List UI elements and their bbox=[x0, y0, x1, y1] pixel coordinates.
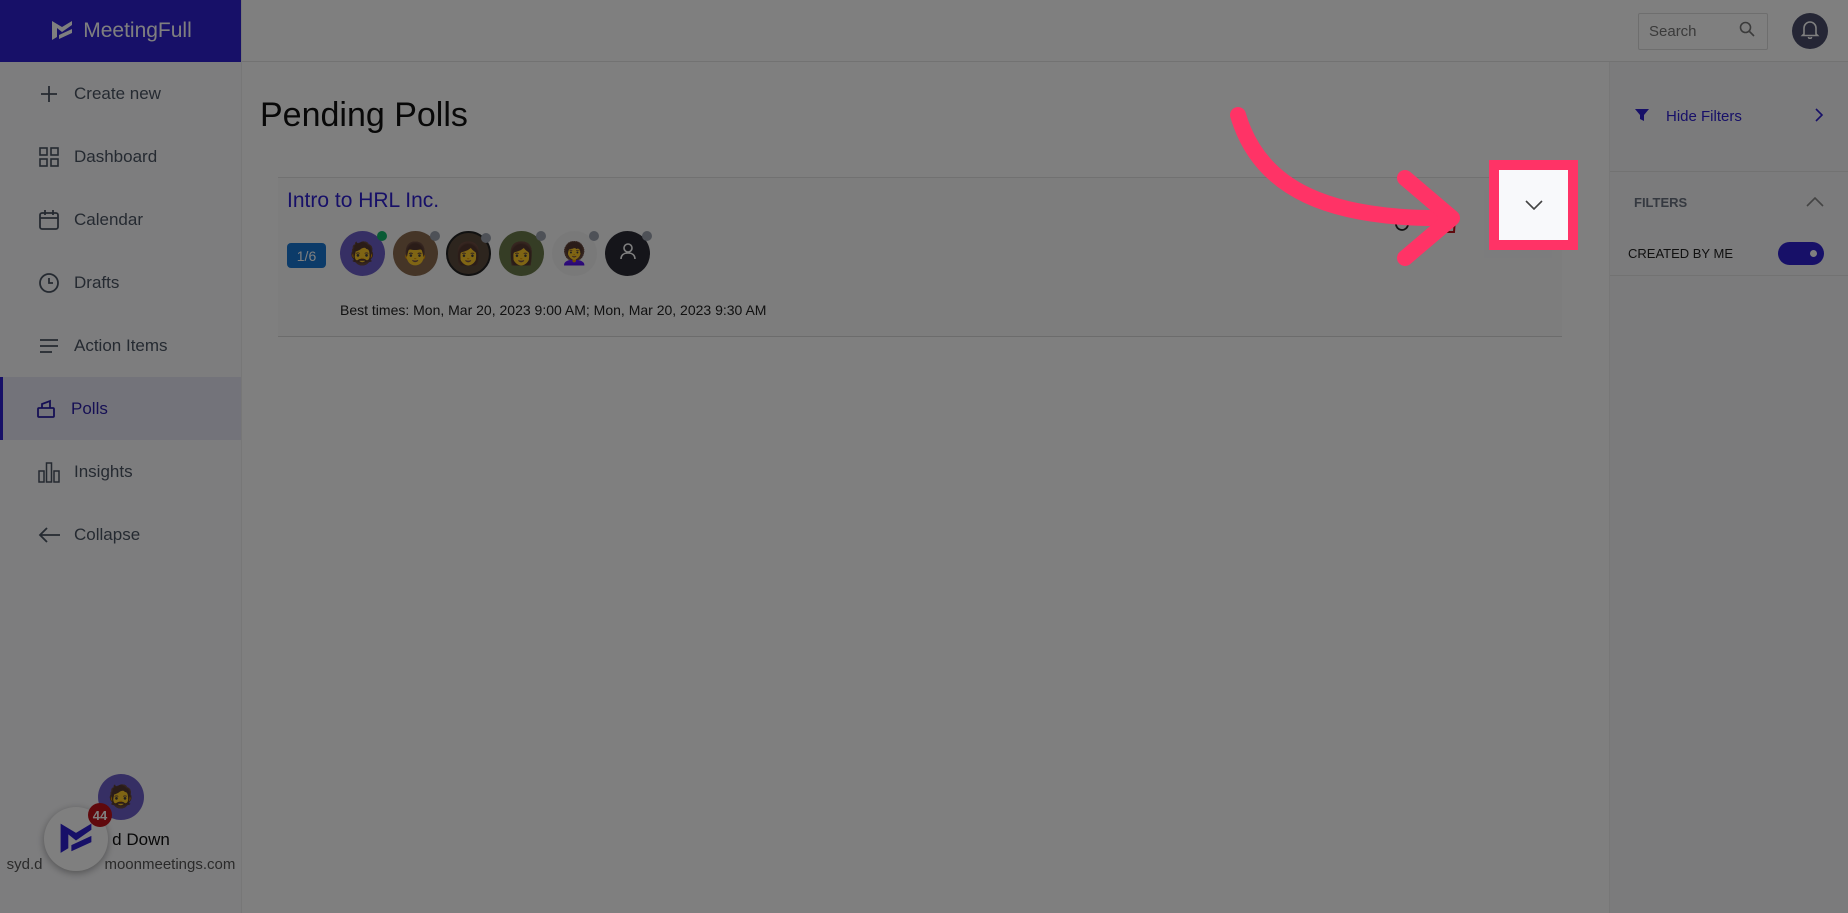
user-email: syd.d moonmeetings.com bbox=[6, 856, 236, 873]
bell-icon bbox=[1800, 19, 1820, 44]
filters-section-header[interactable]: FILTERS bbox=[1610, 172, 1848, 232]
participant-avatar[interactable]: 👩‍🦱 bbox=[552, 231, 599, 276]
chevron-down-icon bbox=[1524, 200, 1543, 210]
delete-button[interactable] bbox=[1436, 210, 1464, 238]
status-dot-offline bbox=[536, 231, 546, 241]
sidebar-item-calendar[interactable]: Calendar bbox=[0, 188, 241, 251]
user-icon bbox=[618, 241, 638, 267]
sidebar-item-label: Collapse bbox=[74, 524, 141, 544]
participant-avatar-placeholder[interactable] bbox=[605, 231, 652, 276]
participant-list: 🧔 👨 👩 👩 👩‍🦱 bbox=[340, 231, 652, 276]
response-count-badge: 1/6 bbox=[287, 243, 326, 268]
created-by-me-toggle[interactable] bbox=[1778, 242, 1824, 265]
user-name: d Down bbox=[112, 830, 170, 849]
app: MeetingFull Create new Dashboard Calenda… bbox=[0, 0, 1848, 913]
sidebar-item-collapse[interactable]: Collapse bbox=[0, 503, 241, 566]
poll-card: Intro to HRL Inc. 1/6 🧔 👨 👩 👩 👩‍🦱 Best t… bbox=[278, 177, 1562, 337]
refresh-icon bbox=[1395, 217, 1409, 231]
arrow-left-icon bbox=[38, 524, 60, 546]
sidebar-item-create-new[interactable]: Create new bbox=[0, 62, 241, 125]
refresh-button[interactable] bbox=[1388, 210, 1416, 238]
search-input[interactable] bbox=[1649, 23, 1739, 40]
participant-avatar[interactable]: 👩 bbox=[446, 231, 491, 276]
bar-chart-icon bbox=[38, 461, 60, 483]
status-dot-offline bbox=[481, 233, 491, 243]
sidebar-item-drafts[interactable]: Drafts bbox=[0, 251, 241, 314]
filters-section-title: FILTERS bbox=[1634, 194, 1688, 210]
sidebar-item-label: Dashboard bbox=[74, 146, 158, 166]
clock-icon bbox=[38, 272, 60, 294]
meetingfull-logo-icon bbox=[52, 21, 73, 40]
sidebar-item-label: Polls bbox=[71, 398, 108, 418]
filter-label: CREATED BY ME bbox=[1628, 246, 1733, 261]
status-dot-online bbox=[377, 231, 387, 241]
meetingfull-logo-icon bbox=[60, 823, 92, 853]
chevron-up-icon[interactable] bbox=[1806, 195, 1824, 210]
page-title: Pending Polls bbox=[260, 96, 468, 134]
list-icon bbox=[38, 335, 60, 357]
participant-avatar[interactable]: 🧔 bbox=[340, 231, 387, 276]
status-dot-offline bbox=[430, 231, 440, 241]
participant-avatar[interactable]: 👨 bbox=[393, 231, 440, 276]
sidebar-item-dashboard[interactable]: Dashboard bbox=[0, 125, 241, 188]
sidebar-item-label: Calendar bbox=[74, 209, 143, 229]
plus-icon bbox=[38, 83, 60, 105]
sidebar-nav: Create new Dashboard Calendar Drafts Act… bbox=[0, 62, 241, 566]
sidebar-item-action-items[interactable]: Action Items bbox=[0, 314, 241, 377]
expand-poll-button[interactable] bbox=[1489, 160, 1578, 250]
calendar-icon bbox=[38, 209, 60, 231]
poll-title[interactable]: Intro to HRL Inc. bbox=[287, 189, 439, 213]
status-dot-offline bbox=[642, 231, 652, 241]
hide-filters-button[interactable]: Hide Filters bbox=[1610, 62, 1848, 172]
notifications-button[interactable] bbox=[1792, 13, 1828, 49]
best-times: Best times: Mon, Mar 20, 2023 9:00 AM; M… bbox=[340, 302, 767, 318]
main-content: Pending Polls Intro to HRL Inc. 1/6 🧔 👨 … bbox=[242, 62, 1609, 913]
ballot-box-icon bbox=[35, 398, 57, 420]
notification-count-badge: 44 bbox=[88, 803, 112, 827]
sidebar-item-insights[interactable]: Insights bbox=[0, 440, 241, 503]
filter-icon bbox=[1634, 107, 1650, 127]
sidebar: MeetingFull Create new Dashboard Calenda… bbox=[0, 0, 242, 913]
sidebar-item-polls[interactable]: Polls bbox=[0, 377, 241, 440]
filter-created-by-me: CREATED BY ME bbox=[1610, 232, 1848, 276]
top-bar bbox=[242, 0, 1848, 62]
user-profile[interactable]: 🧔 d Down syd.d moonmeetings.com bbox=[0, 774, 242, 873]
search-box[interactable] bbox=[1638, 13, 1768, 50]
filters-panel: Hide Filters FILTERS CREATED BY ME bbox=[1609, 62, 1848, 913]
sidebar-item-label: Drafts bbox=[74, 272, 120, 292]
hide-filters-label: Hide Filters bbox=[1666, 108, 1742, 125]
trash-icon bbox=[1443, 215, 1457, 233]
sidebar-item-label: Action Items bbox=[74, 335, 168, 355]
sidebar-item-label: Insights bbox=[74, 461, 133, 481]
meetingfull-launcher-button[interactable]: 44 bbox=[44, 803, 112, 871]
sidebar-item-label: Create new bbox=[74, 83, 161, 103]
brand-name: MeetingFull bbox=[83, 19, 192, 42]
status-dot-offline bbox=[589, 231, 599, 241]
participant-avatar[interactable]: 👩 bbox=[499, 231, 546, 276]
grid-icon bbox=[38, 146, 60, 168]
chevron-right-icon bbox=[1814, 107, 1824, 127]
brand-logo[interactable]: MeetingFull bbox=[0, 0, 241, 62]
search-icon[interactable] bbox=[1739, 21, 1755, 42]
